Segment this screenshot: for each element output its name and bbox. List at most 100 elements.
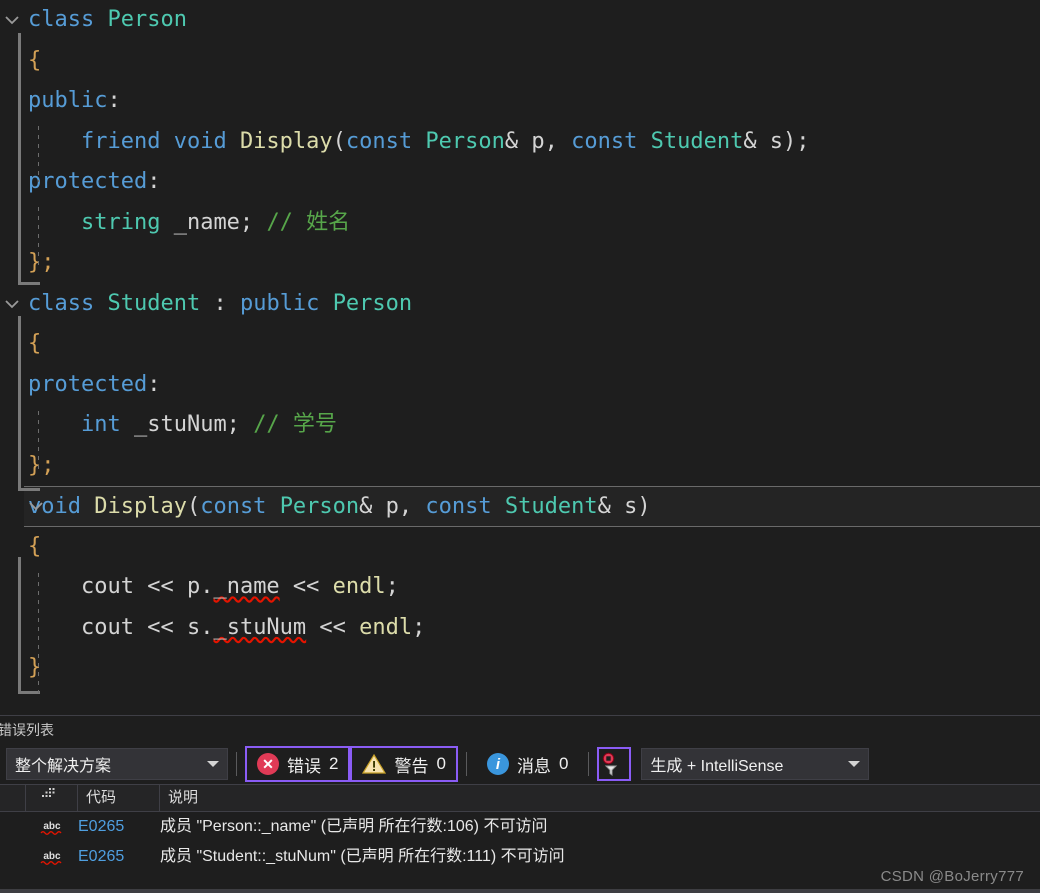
code-token: protected <box>28 371 148 397</box>
error-code: E0265 <box>78 818 125 835</box>
fold-region-end <box>18 488 40 491</box>
code-token: const <box>571 128 638 154</box>
indent-guide <box>38 411 39 472</box>
code-token: string <box>28 209 161 235</box>
code-line[interactable]: class Student : public Person <box>0 284 1040 325</box>
code-token: Person <box>332 290 413 316</box>
code-token: }; <box>28 250 55 275</box>
code-token: const <box>345 128 413 154</box>
code-line[interactable]: { <box>0 41 1040 82</box>
code-token: cout <box>28 614 134 640</box>
chevron-down-icon[interactable] <box>2 294 22 314</box>
table-row[interactable]: abc E0265 成员 "Person::_name" (已声明 所在行数:106… <box>0 812 1040 842</box>
code-line[interactable]: { <box>0 324 1040 365</box>
code-token: Display <box>94 494 187 519</box>
horizontal-scrollbar[interactable] <box>0 889 1040 893</box>
code-token: << p. <box>133 574 214 599</box>
code-token: int <box>28 412 121 437</box>
column-header-description[interactable]: 说明 <box>160 784 1040 812</box>
toolbar-separator <box>465 752 467 776</box>
column-header-blank[interactable] <box>0 784 26 812</box>
code-line[interactable]: }; <box>0 243 1040 284</box>
scope-filter-value: 整个解决方案 <box>15 758 112 775</box>
info-icon: i <box>486 753 509 775</box>
code-line[interactable]: cout << s._stuNum << endl; <box>0 608 1040 649</box>
code-line[interactable]: public: <box>0 81 1040 122</box>
code-token: ( <box>332 128 346 154</box>
code-line[interactable]: class Person <box>0 0 1040 41</box>
code-token: ; <box>412 614 426 640</box>
warnings-toggle-button[interactable]: 警告 0 <box>350 746 458 782</box>
code-token: Person <box>425 128 505 154</box>
code-token: << <box>279 574 333 599</box>
column-header-icon[interactable] <box>26 784 78 812</box>
messages-count: 0 <box>558 754 569 773</box>
errors-toggle-button[interactable]: ✕ 错误 2 <box>245 746 351 782</box>
scope-filter-dropdown[interactable]: 整个解决方案 <box>6 748 228 780</box>
code-token: _stuNum; <box>133 412 240 437</box>
errors-label: 错误 <box>287 756 321 776</box>
row-selector[interactable] <box>0 842 26 872</box>
code-token: : <box>147 371 161 397</box>
code-line[interactable]: void Display(const Person& p, const Stud… <box>24 486 1040 527</box>
code-token: friend <box>28 128 161 154</box>
messages-toggle-button[interactable]: i 消息 0 <box>475 746 580 782</box>
code-line[interactable]: protected: <box>0 162 1040 203</box>
code-token: p, <box>372 494 426 519</box>
code-editor[interactable]: class Person {public: friend void Display… <box>0 0 1040 715</box>
code-token: Person <box>279 494 360 519</box>
code-line[interactable]: { <box>0 527 1040 568</box>
panel-title: 错误列表 <box>0 722 54 738</box>
code-token: << s. <box>133 614 214 640</box>
code-line[interactable]: int _stuNum; // 学号 <box>0 405 1040 446</box>
watermark: CSDN @BoJerry777 <box>880 868 1024 885</box>
build-filter-dropdown[interactable]: 生成 + IntelliSense <box>641 748 870 780</box>
warnings-count: 0 <box>436 754 446 773</box>
code-token: void <box>173 128 227 154</box>
error-code: E0265 <box>78 848 125 865</box>
chevron-down-icon[interactable] <box>26 496 46 516</box>
build-filter-value: 生成 + IntelliSense <box>650 758 784 775</box>
column-header-code[interactable]: 代码 <box>78 784 160 812</box>
code-token: _name; <box>173 209 254 235</box>
sort-dots-icon <box>42 788 55 797</box>
code-token: { <box>28 533 42 559</box>
row-selector[interactable] <box>0 812 26 842</box>
error-icon: ✕ <box>257 753 279 775</box>
errors-count: 2 <box>329 754 339 773</box>
filter-funnel-icon[interactable] <box>597 747 632 781</box>
code-token: // 学号 <box>253 412 337 437</box>
code-token: : <box>200 290 240 316</box>
code-line[interactable]: } <box>0 648 1040 689</box>
code-token: endl <box>332 574 386 599</box>
code-line[interactable]: friend void Display(const Person& p, con… <box>0 122 1040 163</box>
chevron-down-icon[interactable] <box>2 10 22 30</box>
code-line[interactable]: cout << p._name << endl; <box>0 567 1040 608</box>
svg-text:abc: abc <box>43 821 61 832</box>
code-line[interactable]: protected: <box>0 365 1040 406</box>
chevron-down-icon <box>207 761 219 767</box>
code-line[interactable]: }; <box>0 446 1040 487</box>
code-token: Student <box>107 290 201 316</box>
code-line[interactable]: string _name; // 姓名 <box>0 203 1040 244</box>
indent-guide <box>38 206 39 265</box>
error-squiggle-token: _stuNum <box>213 614 307 640</box>
code-token: Student <box>504 494 598 519</box>
svg-text:abc: abc <box>43 851 61 862</box>
toolbar-separator <box>236 752 237 776</box>
code-token: const <box>425 494 492 519</box>
code-token: }; <box>28 452 55 478</box>
error-list-toolbar: 整个解决方案 ✕ 错误 2 警告 0 i 消息 0 生成 + IntelliSe… <box>0 744 1040 784</box>
code-token: s) <box>610 494 651 519</box>
